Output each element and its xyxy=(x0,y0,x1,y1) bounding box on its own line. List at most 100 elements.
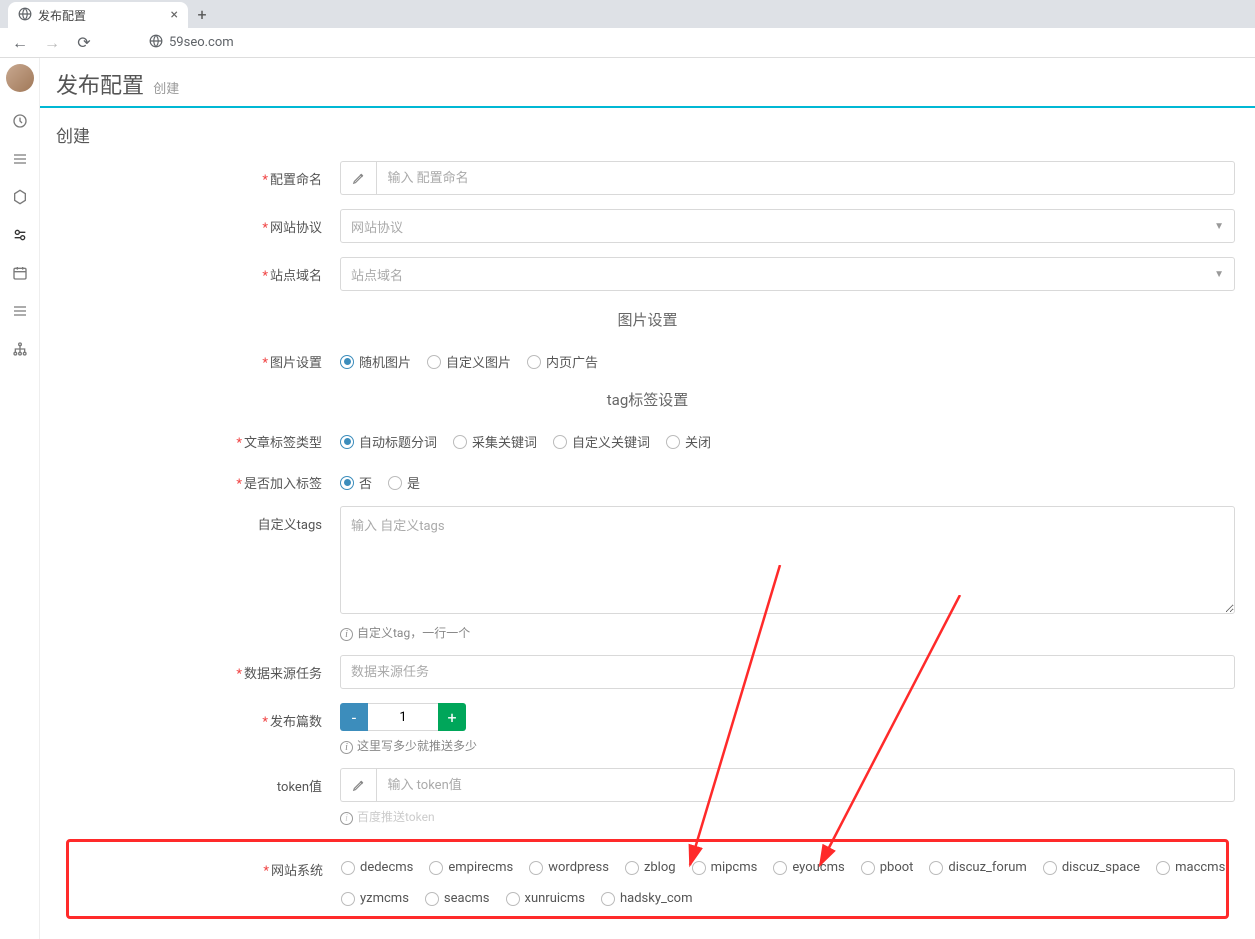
forward-button[interactable]: → xyxy=(40,31,64,55)
radio-option[interactable]: maccms xyxy=(1156,860,1225,875)
label-site-domain: 站点域名 xyxy=(270,269,322,284)
radio-icon xyxy=(388,476,402,490)
radio-label: hadsky_com xyxy=(620,891,693,906)
radio-option[interactable]: dedecms xyxy=(341,860,413,875)
radio-icon xyxy=(692,861,706,875)
radio-label: 内页广告 xyxy=(546,352,598,371)
radio-option[interactable]: 是 xyxy=(388,473,420,492)
new-tab-button[interactable]: + xyxy=(188,0,216,28)
radio-option[interactable]: empirecms xyxy=(429,860,513,875)
radio-option[interactable]: zblog xyxy=(625,860,676,875)
browser-tab-bar: 发布配置 × + xyxy=(0,0,1255,28)
label-config-name: 配置命名 xyxy=(270,173,322,188)
radio-icon xyxy=(429,861,443,875)
radio-option[interactable]: eyoucms xyxy=(773,860,844,875)
radio-icon xyxy=(527,355,541,369)
radio-option[interactable]: 关闭 xyxy=(666,432,711,451)
help-custom-tags: 自定义tag，一行一个 xyxy=(357,626,470,640)
radio-label: 是 xyxy=(407,473,420,492)
page-subtitle: 创建 xyxy=(153,82,179,97)
label-tag-type: 文章标签类型 xyxy=(244,436,322,451)
publish-count-input[interactable] xyxy=(368,703,438,731)
radio-label: mipcms xyxy=(711,860,758,875)
radio-option[interactable]: discuz_space xyxy=(1043,860,1140,875)
radio-icon xyxy=(929,861,943,875)
radio-icon xyxy=(453,435,467,449)
radio-label: 否 xyxy=(359,473,372,492)
radio-label: xunruicms xyxy=(525,891,585,906)
info-icon: i xyxy=(340,812,353,825)
label-token: token值 xyxy=(277,780,322,795)
radio-label: wordpress xyxy=(548,860,609,875)
radio-option[interactable]: 自定义关键词 xyxy=(553,432,650,451)
radio-option[interactable]: 否 xyxy=(340,473,372,492)
radio-label: discuz_space xyxy=(1062,860,1140,875)
add-tag-radios: 否是 xyxy=(340,465,1235,492)
radio-option[interactable]: wordpress xyxy=(529,860,609,875)
help-publish-count: 这里写多少就推送多少 xyxy=(357,739,477,753)
radio-label: eyoucms xyxy=(792,860,844,875)
radio-label: discuz_forum xyxy=(948,860,1026,875)
label-image-setting: 图片设置 xyxy=(270,356,322,371)
radio-option[interactable]: 自动标题分词 xyxy=(340,432,437,451)
back-button[interactable]: ← xyxy=(8,31,32,55)
radio-option[interactable]: seacms xyxy=(425,891,490,906)
section-image: 图片设置 xyxy=(60,309,1235,330)
sidebar xyxy=(0,58,40,939)
radio-label: maccms xyxy=(1175,860,1225,875)
pencil-icon xyxy=(340,161,376,195)
avatar[interactable] xyxy=(6,64,34,92)
reload-button[interactable]: ⟳ xyxy=(72,31,96,55)
custom-tags-textarea[interactable] xyxy=(340,506,1235,614)
radio-option[interactable]: 内页广告 xyxy=(527,352,598,371)
radio-label: dedecms xyxy=(360,860,413,875)
radio-option[interactable]: yzmcms xyxy=(341,891,409,906)
page-title: 发布配置 xyxy=(56,74,144,99)
radio-label: 采集关键词 xyxy=(472,432,537,451)
radio-option[interactable]: xunruicms xyxy=(506,891,585,906)
radio-icon xyxy=(340,355,354,369)
menu-icon[interactable] xyxy=(11,150,29,168)
radio-icon xyxy=(553,435,567,449)
radio-option[interactable]: mipcms xyxy=(692,860,758,875)
site-protocol-select[interactable]: 网站协议▼ xyxy=(340,209,1235,243)
increment-button[interactable]: + xyxy=(438,703,466,731)
radio-icon xyxy=(340,435,354,449)
label-custom-tags: 自定义tags xyxy=(258,518,322,533)
site-system-radios: dedecms empirecms wordpress zblog mipcms eyou… xyxy=(341,852,1226,906)
help-baidu: 百度推送token xyxy=(357,810,435,824)
close-icon[interactable]: × xyxy=(171,7,178,23)
data-source-input[interactable] xyxy=(340,655,1235,689)
label-add-tag: 是否加入标签 xyxy=(244,477,322,492)
url-text[interactable]: 59seo.com xyxy=(169,35,234,50)
radio-option[interactable]: 采集关键词 xyxy=(453,432,537,451)
radio-label: yzmcms xyxy=(360,891,409,906)
label-publish-count: 发布篇数 xyxy=(270,715,322,730)
settings-icon[interactable] xyxy=(11,226,29,244)
radio-label: 关闭 xyxy=(685,432,711,451)
page-header: 发布配置 创建 xyxy=(40,58,1255,108)
sitemap-icon[interactable] xyxy=(11,340,29,358)
image-setting-radios: 随机图片自定义图片 内页广告 xyxy=(340,344,1235,371)
site-domain-select[interactable]: 站点域名▼ xyxy=(340,257,1235,291)
radio-icon xyxy=(625,861,639,875)
radio-option[interactable]: 自定义图片 xyxy=(427,352,511,371)
dashboard-icon[interactable] xyxy=(11,112,29,130)
radio-icon xyxy=(1156,861,1170,875)
radio-option[interactable]: hadsky_com xyxy=(601,891,693,906)
token-input[interactable] xyxy=(376,768,1235,802)
radio-option[interactable]: pboot xyxy=(861,860,914,875)
label-site-protocol: 网站协议 xyxy=(270,221,322,236)
list-icon[interactable] xyxy=(11,302,29,320)
config-name-input[interactable] xyxy=(376,161,1235,195)
highlight-box: *网站系统 dedecmsempirecmswordpresszblogmipc… xyxy=(66,839,1229,919)
radio-option[interactable]: discuz_forum xyxy=(929,860,1026,875)
address-bar: ← → ⟳ 59seo.com xyxy=(0,28,1255,58)
decrement-button[interactable]: - xyxy=(340,703,368,731)
browser-tab[interactable]: 发布配置 × xyxy=(8,2,188,28)
tag-type-radios: 自动标题分词 采集关键词自定义关键词 关闭 xyxy=(340,424,1235,451)
radio-option[interactable]: 随机图片 xyxy=(340,352,411,371)
hexagon-icon[interactable] xyxy=(11,188,29,206)
radio-icon xyxy=(506,892,520,906)
calendar-icon[interactable] xyxy=(11,264,29,282)
